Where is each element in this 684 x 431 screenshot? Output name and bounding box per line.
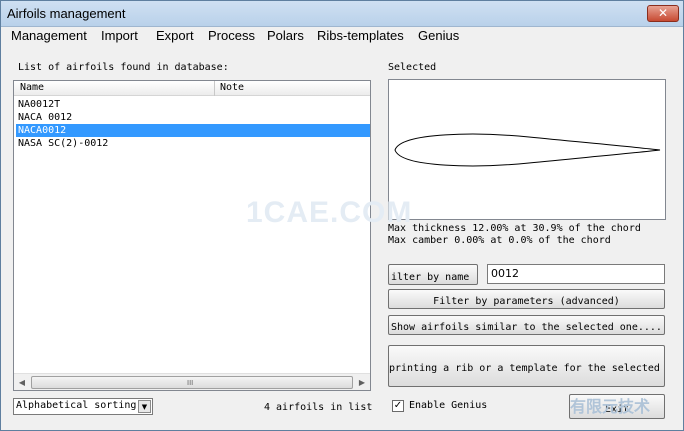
- enable-genius-checkbox[interactable]: ✓: [392, 400, 404, 412]
- list-item-selected[interactable]: NACA0012: [16, 124, 370, 137]
- sort-select[interactable]: Alphabetical sorting ▼: [13, 398, 153, 415]
- airfoil-list[interactable]: Name Note NA0012T NACA 0012 NACA0012 NAS…: [13, 80, 371, 391]
- horizontal-scrollbar[interactable]: ◀ III ▶: [14, 373, 370, 390]
- filter-name-input[interactable]: 0012: [487, 264, 665, 284]
- menu-genius[interactable]: Genius: [418, 28, 459, 43]
- chevron-down-icon[interactable]: ▼: [138, 400, 151, 413]
- watermark-corner: 有限元技术: [570, 399, 651, 416]
- scroll-thumb[interactable]: III: [31, 376, 353, 389]
- title-bar[interactable]: Airfoils management ✕: [1, 1, 683, 27]
- menu-export[interactable]: Export: [156, 28, 194, 43]
- menu-import[interactable]: Import: [101, 28, 138, 43]
- camber-info: Max camber 0.00% at 0.0% of the chord: [388, 235, 611, 246]
- list-item[interactable]: NASA SC(2)-0012: [16, 137, 370, 150]
- list-header: Name Note: [14, 81, 370, 96]
- menu-process[interactable]: Process: [208, 28, 255, 43]
- arrow-right-icon[interactable]: ▶: [356, 377, 368, 389]
- airfoils-window: Airfoils management ✕ Management Import …: [0, 0, 684, 431]
- airfoil-count: 4 airfoils in list: [264, 402, 373, 413]
- menu-bar: Management Import Export Process Polars …: [1, 27, 683, 46]
- filter-by-name-button[interactable]: ilter by name -: [388, 264, 478, 285]
- menu-management[interactable]: Management: [11, 28, 87, 43]
- close-icon: ✕: [657, 6, 669, 20]
- filter-by-parameters-button[interactable]: Filter by parameters (advanced): [388, 289, 665, 309]
- list-item[interactable]: NA0012T: [16, 98, 370, 111]
- arrow-left-icon[interactable]: ◀: [16, 377, 28, 389]
- thickness-info: Max thickness 12.00% at 30.9% of the cho…: [388, 223, 641, 234]
- scroll-grip: III: [187, 379, 194, 387]
- airfoil-preview: [388, 79, 666, 220]
- window-title: Airfoils management: [7, 6, 126, 21]
- list-item[interactable]: NACA 0012: [16, 111, 370, 124]
- column-header-note[interactable]: Note: [220, 82, 244, 93]
- print-rib-template-button[interactable]: printing a rib or a template for the sel…: [388, 345, 665, 387]
- close-button[interactable]: ✕: [647, 5, 679, 22]
- show-similar-button[interactable]: Show airfoils similar to the selected on…: [388, 315, 665, 335]
- sort-value: Alphabetical sorting: [16, 400, 137, 411]
- preview-caption: Selected: [388, 62, 437, 73]
- airfoil-shape: [394, 133, 661, 167]
- menu-ribs-templates[interactable]: Ribs-templates: [317, 28, 404, 43]
- menu-polars[interactable]: Polars: [267, 28, 304, 43]
- enable-genius-label: Enable Genius: [409, 400, 488, 411]
- column-header-name[interactable]: Name: [20, 82, 44, 93]
- list-caption: List of airfoils found in database:: [18, 62, 229, 73]
- column-separator[interactable]: [214, 81, 215, 96]
